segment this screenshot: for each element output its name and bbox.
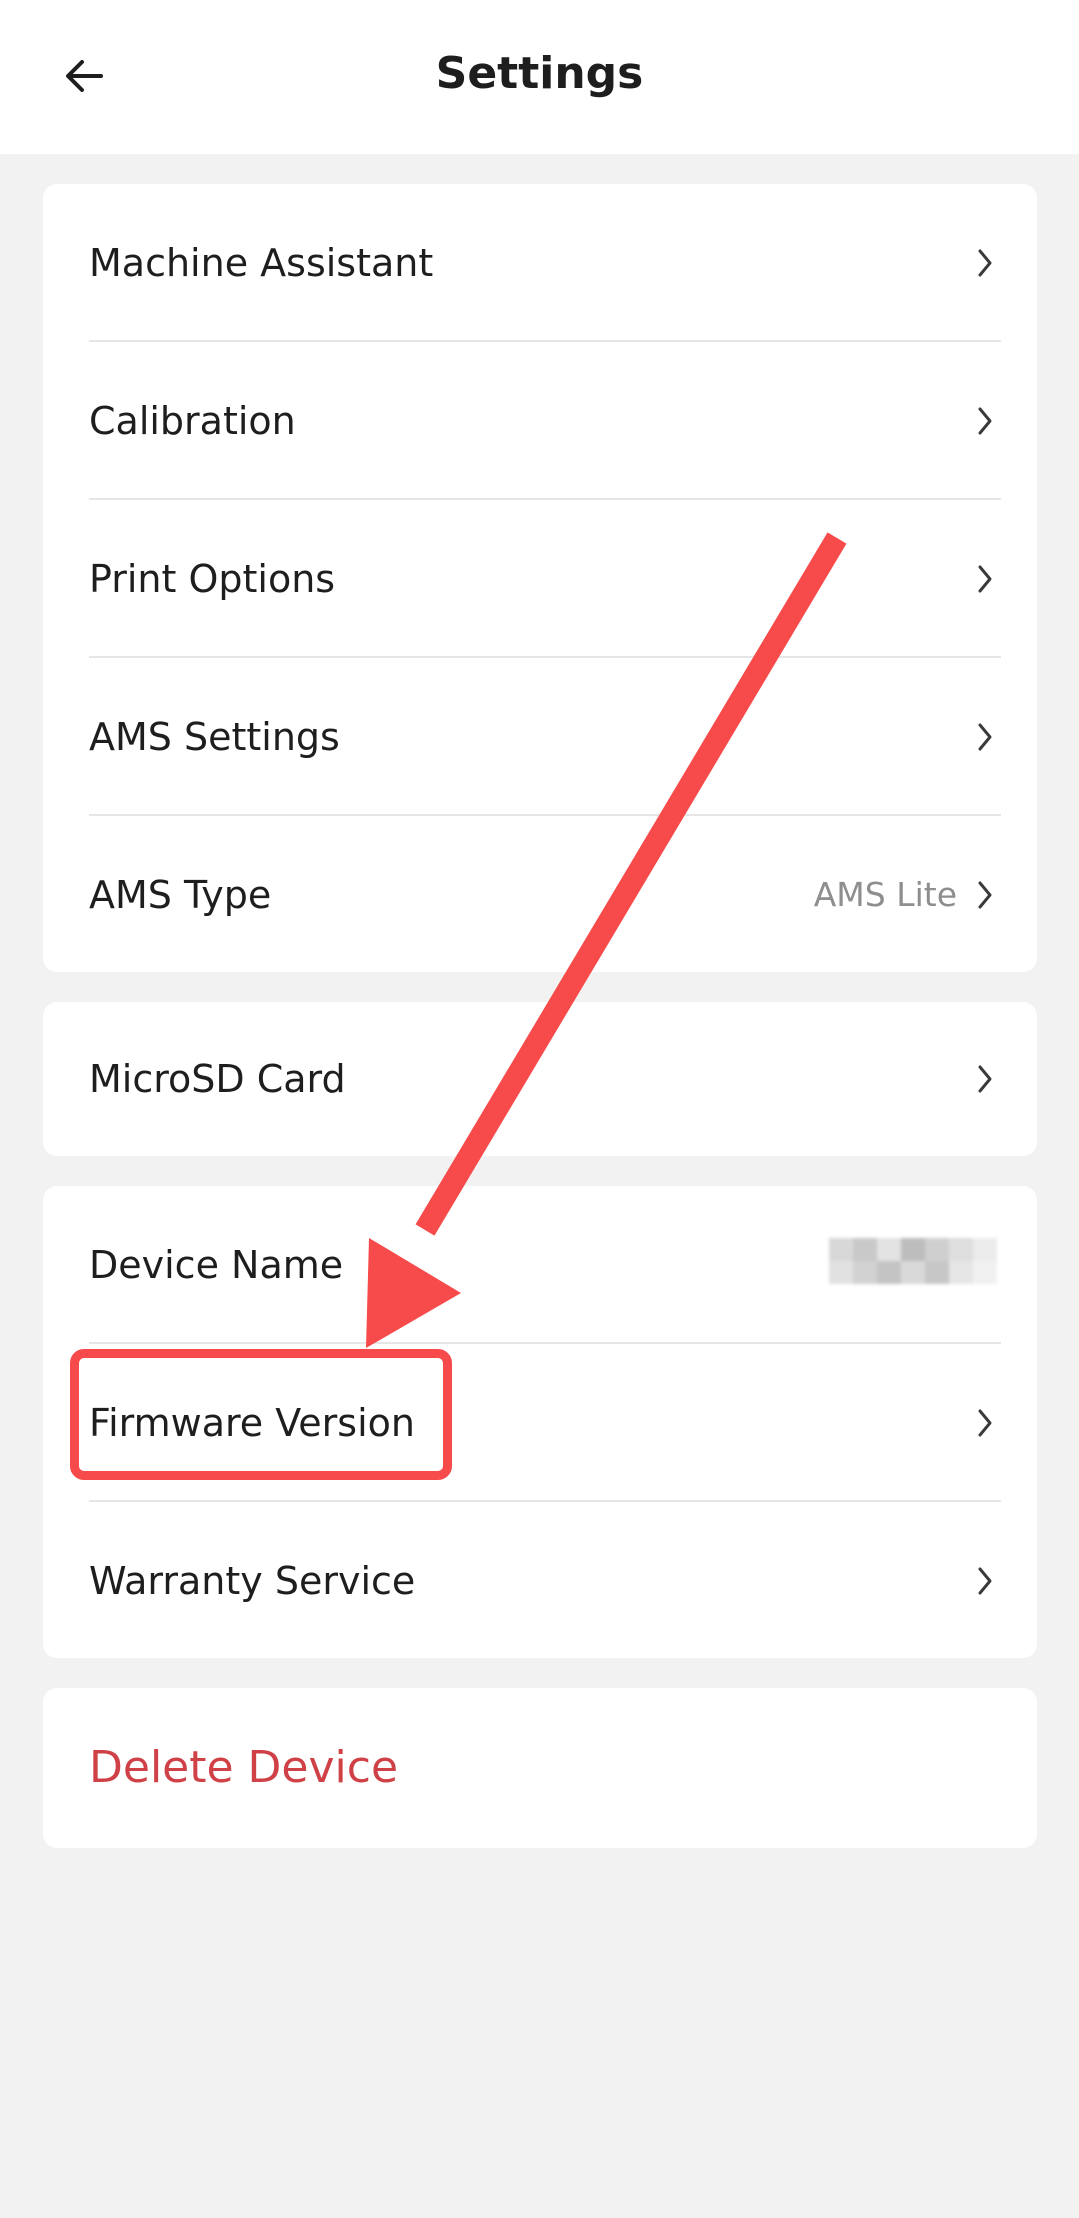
row-label: Device Name	[89, 1243, 344, 1287]
settings-group-device: Device Name Firmware Version Warranty Se…	[43, 1186, 1037, 1658]
chevron-right-icon	[978, 565, 992, 593]
chevron-right-icon	[978, 881, 992, 909]
settings-group-storage: MicroSD Card	[43, 1002, 1037, 1156]
row-label: Print Options	[89, 557, 336, 601]
ams-type-row[interactable]: AMS Type AMS Lite	[43, 816, 1037, 974]
row-label: Firmware Version	[89, 1401, 415, 1445]
blurred-device-name	[829, 1238, 997, 1284]
chevron-right-icon	[978, 249, 992, 277]
machine-assistant-row[interactable]: Machine Assistant	[43, 184, 1037, 342]
row-label: Machine Assistant	[89, 241, 434, 285]
ams-type-value: AMS Lite	[813, 875, 957, 914]
microsd-card-row[interactable]: MicroSD Card	[43, 1002, 1037, 1156]
row-label: MicroSD Card	[89, 1057, 346, 1101]
firmware-version-row[interactable]: Firmware Version	[43, 1344, 1037, 1502]
arrow-left-icon	[66, 60, 103, 92]
chevron-right-icon	[978, 407, 992, 435]
device-name-row[interactable]: Device Name	[43, 1186, 1037, 1344]
row-label: Calibration	[89, 399, 296, 443]
warranty-service-row[interactable]: Warranty Service	[43, 1502, 1037, 1660]
print-options-row[interactable]: Print Options	[43, 500, 1037, 658]
delete-device-card: Delete Device	[43, 1688, 1037, 1848]
delete-device-label: Delete Device	[89, 1742, 399, 1793]
row-label: AMS Type	[89, 873, 272, 917]
delete-device-button[interactable]: Delete Device	[43, 1688, 1037, 1848]
chevron-right-icon	[978, 1065, 992, 1093]
row-label: Warranty Service	[89, 1559, 416, 1603]
page-title: Settings	[435, 48, 644, 99]
settings-group-main: Machine Assistant Calibration Print Opti…	[43, 184, 1037, 972]
back-button[interactable]	[52, 44, 116, 108]
ams-settings-row[interactable]: AMS Settings	[43, 658, 1037, 816]
chevron-right-icon	[978, 723, 992, 751]
chevron-right-icon	[978, 1567, 992, 1595]
app-header: Settings	[0, 0, 1079, 154]
chevron-right-icon	[978, 1409, 992, 1437]
calibration-row[interactable]: Calibration	[43, 342, 1037, 500]
row-label: AMS Settings	[89, 715, 340, 759]
